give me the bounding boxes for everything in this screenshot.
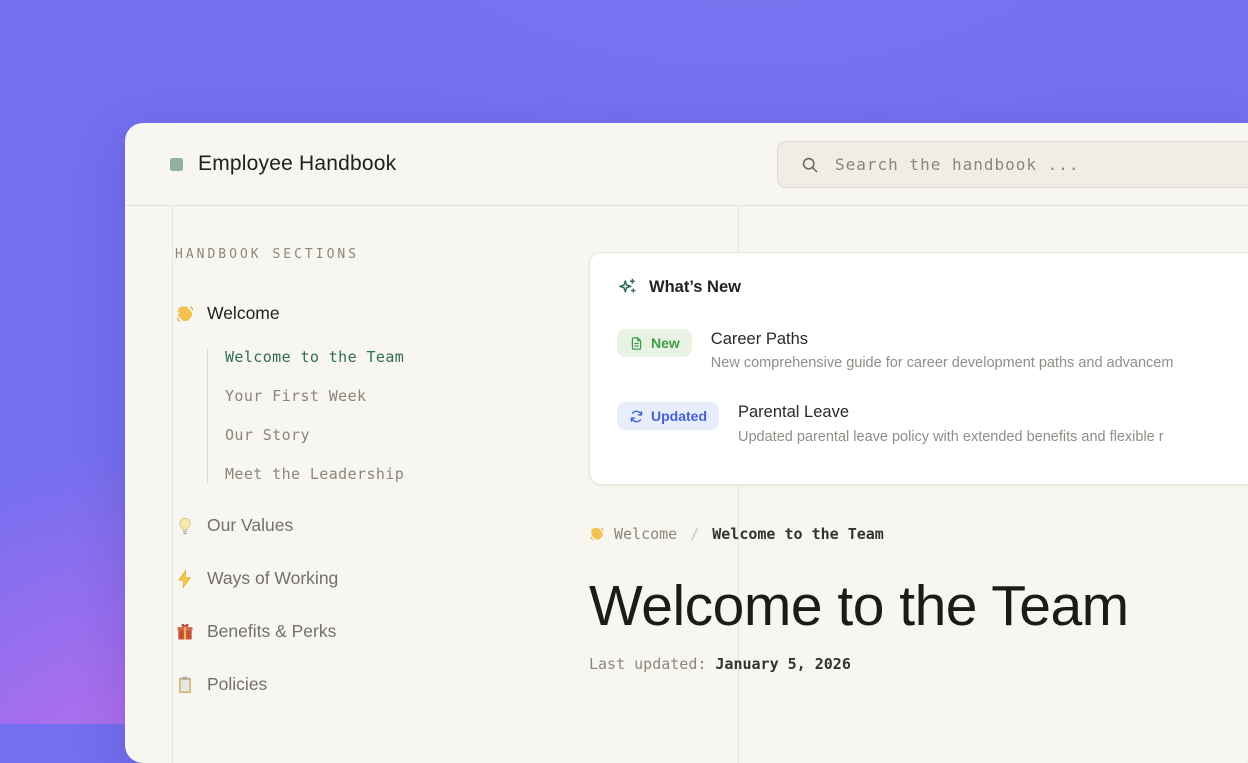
whats-new-card: What’s New New Career Paths New comprehe… — [589, 252, 1248, 485]
search-icon — [800, 155, 819, 174]
breadcrumb-separator: / — [690, 525, 699, 543]
updated-badge: Updated — [617, 402, 719, 430]
sidebar: HANDBOOK SECTIONS Welcome Welcome to the… — [175, 205, 545, 695]
subnav-item-welcome-to-the-team[interactable]: Welcome to the Team — [225, 348, 545, 366]
search-input[interactable] — [833, 154, 1248, 175]
wave-icon — [589, 526, 605, 542]
last-updated: Last updated: January 5, 2026 — [589, 655, 1248, 673]
whats-new-title: What’s New — [649, 278, 741, 297]
subnav-item-meet-the-leadership[interactable]: Meet the Leadership — [225, 465, 545, 483]
whats-new-item-title: Career Paths — [711, 329, 1174, 350]
sidebar-item-our-values[interactable]: Our Values — [175, 515, 545, 536]
whats-new-item-description: New comprehensive guide for career devel… — [711, 355, 1174, 371]
whats-new-header: What’s New — [617, 277, 1237, 298]
badge-label: Updated — [651, 408, 707, 424]
sidebar-item-label: Policies — [207, 674, 267, 695]
zap-icon — [175, 569, 195, 589]
whats-new-item-body: Career Paths New comprehensive guide for… — [711, 329, 1174, 371]
gift-icon — [175, 622, 195, 642]
app-window: Employee Handbook HANDBOOK SECTIONS — [125, 123, 1248, 763]
lightbulb-icon — [175, 516, 195, 536]
wave-icon — [175, 304, 195, 324]
whats-new-item-career-paths[interactable]: New Career Paths New comprehensive guide… — [617, 329, 1237, 371]
sidebar-left-rule — [172, 205, 173, 763]
main-column: What’s New New Career Paths New comprehe… — [589, 205, 1248, 673]
sidebar-item-policies[interactable]: Policies — [175, 674, 545, 695]
whats-new-item-title: Parental Leave — [738, 402, 1164, 423]
sidebar-section-label: HANDBOOK SECTIONS — [175, 247, 545, 262]
last-updated-value: January 5, 2026 — [715, 655, 850, 673]
breadcrumb-current: Welcome to the Team — [712, 525, 884, 543]
document-icon — [629, 336, 644, 351]
sidebar-item-label: Our Values — [207, 515, 293, 536]
whats-new-item-parental-leave[interactable]: Updated Parental Leave Updated parental … — [617, 402, 1237, 444]
clipboard-icon — [175, 675, 195, 695]
breadcrumb-section[interactable]: Welcome — [614, 525, 677, 543]
logo-mark — [170, 158, 183, 171]
sidebar-item-label: Welcome — [207, 303, 280, 324]
content-area: HANDBOOK SECTIONS Welcome Welcome to the… — [125, 205, 1248, 763]
whats-new-item-description: Updated parental leave policy with exten… — [738, 429, 1164, 445]
sidebar-item-label: Benefits & Perks — [207, 621, 336, 642]
sidebar-item-welcome[interactable]: Welcome — [175, 303, 545, 324]
subnav-item-your-first-week[interactable]: Your First Week — [225, 387, 545, 405]
sidebar-subnav-welcome: Welcome to the Team Your First Week Our … — [207, 348, 545, 483]
desktop-background: { "header": { "brand": "Employee Handboo… — [0, 0, 1248, 724]
app-title: Employee Handbook — [198, 152, 396, 176]
badge-label: New — [651, 335, 680, 351]
whats-new-item-body: Parental Leave Updated parental leave po… — [738, 402, 1164, 444]
app-header: Employee Handbook — [125, 123, 1248, 206]
sparkles-icon — [617, 277, 638, 298]
sidebar-item-benefits-perks[interactable]: Benefits & Perks — [175, 621, 545, 642]
breadcrumb: Welcome / Welcome to the Team — [589, 525, 1248, 543]
refresh-icon — [629, 409, 644, 424]
last-updated-label: Last updated: — [589, 655, 706, 673]
sidebar-item-label: Ways of Working — [207, 568, 338, 589]
new-badge: New — [617, 329, 692, 357]
search-box[interactable] — [777, 141, 1248, 188]
subnav-item-our-story[interactable]: Our Story — [225, 426, 545, 444]
brand: Employee Handbook — [170, 123, 396, 205]
page-title: Welcome to the Team — [589, 577, 1248, 637]
sidebar-item-ways-of-working[interactable]: Ways of Working — [175, 568, 545, 589]
